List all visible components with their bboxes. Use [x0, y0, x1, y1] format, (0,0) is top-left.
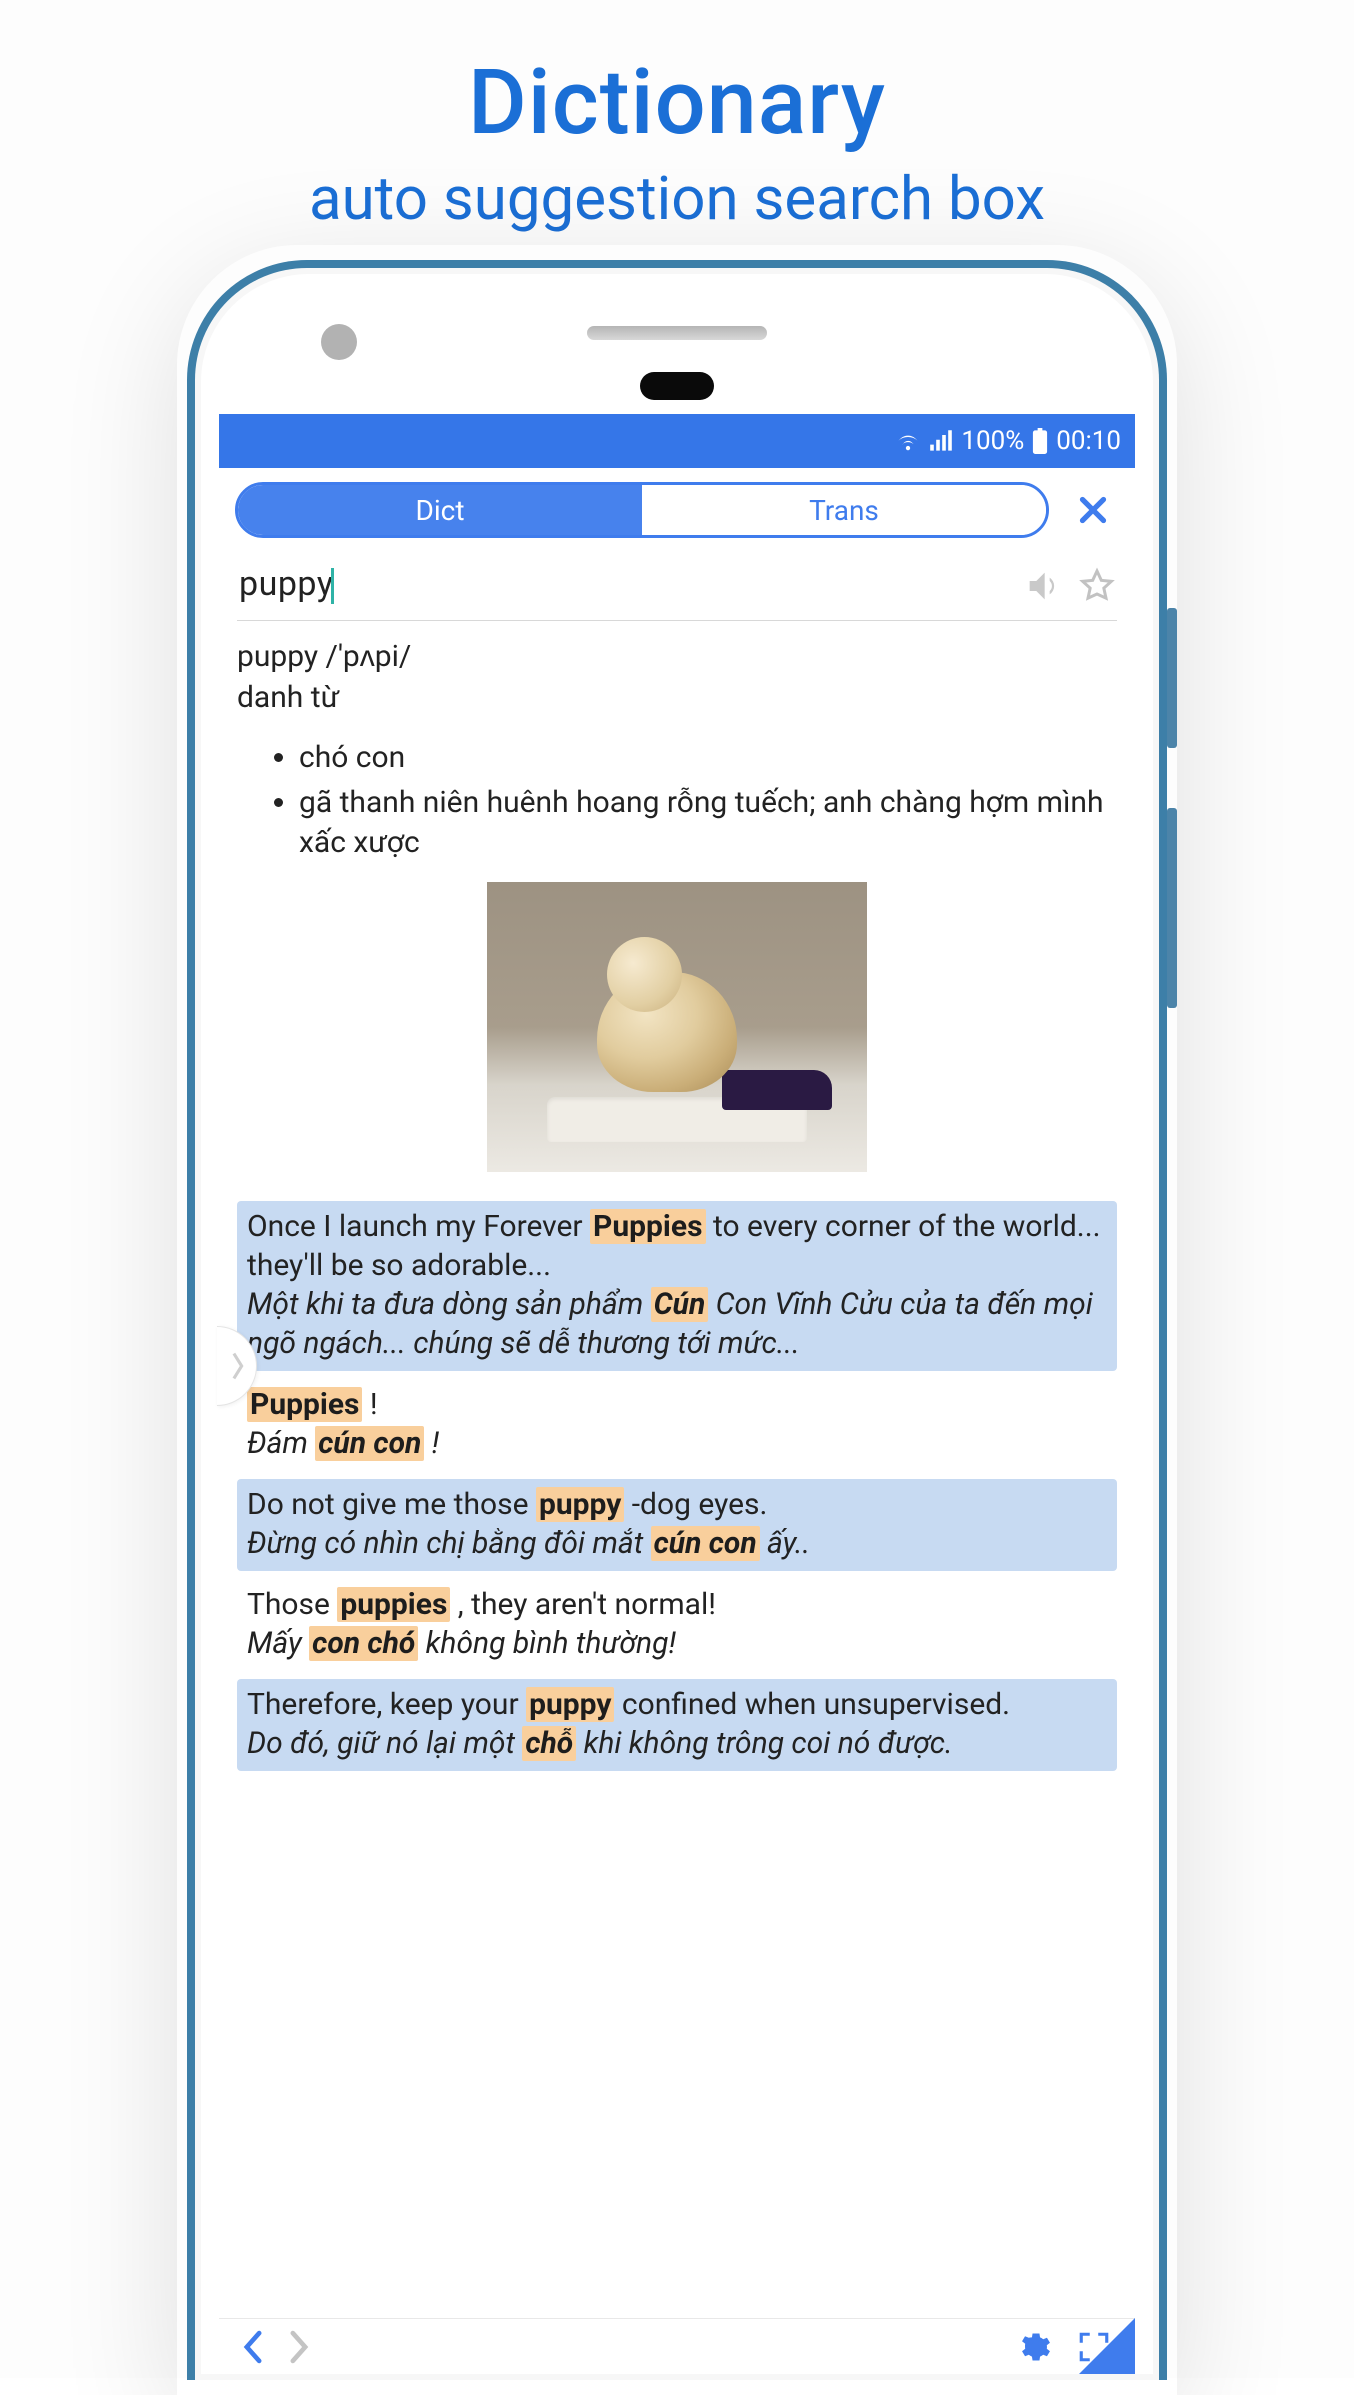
example-card: Those puppies , they aren't normal!Mấy c…: [237, 1579, 1117, 1671]
examples-list: Once I launch my Forever Puppies to ever…: [237, 1201, 1117, 1771]
example-card: Do not give me those puppy -dog eyes.Đừn…: [237, 1479, 1117, 1571]
pronounce-button[interactable]: [1023, 566, 1063, 606]
promo-title: Dictionary: [0, 50, 1354, 155]
status-bar: 100% 00:10: [219, 414, 1135, 468]
camera-dot-icon: [321, 324, 357, 360]
example-card: Puppies !Đám cún con !: [237, 1379, 1117, 1471]
search-input[interactable]: puppy: [237, 558, 1009, 614]
text-caret-icon: [331, 568, 334, 604]
settings-button[interactable]: [1007, 2329, 1059, 2365]
clock: 00:10: [1056, 426, 1121, 456]
phone-frame: 100% 00:10 Dict Trans: [187, 260, 1167, 2380]
bottom-toolbar: [219, 2318, 1135, 2374]
example-vi: Do đó, giữ nó lại một chỗ khi không trôn…: [247, 1724, 1107, 1763]
example-vi: Đám cún con !: [247, 1424, 1107, 1463]
signal-icon: [929, 430, 953, 452]
promo-subtitle: auto suggestion search box: [0, 163, 1354, 234]
part-of-speech: danh từ: [237, 678, 1117, 719]
tab-trans[interactable]: Trans: [642, 485, 1046, 535]
side-button-icon: [1167, 808, 1177, 1008]
favorite-button[interactable]: [1077, 566, 1117, 606]
close-button[interactable]: [1067, 488, 1119, 532]
screen: 100% 00:10 Dict Trans: [219, 414, 1135, 2374]
side-button-icon: [1167, 608, 1177, 748]
example-en: Do not give me those puppy -dog eyes.: [247, 1485, 1107, 1524]
example-en: Once I launch my Forever Puppies to ever…: [247, 1207, 1107, 1285]
mode-segment: Dict Trans: [235, 482, 1049, 538]
definition-item: gã thanh niên huênh hoang rỗng tuếch; an…: [299, 783, 1117, 864]
speaker-slot-icon: [587, 326, 767, 340]
battery-pct: 100%: [961, 426, 1024, 456]
definition-item: chó con: [299, 738, 1117, 779]
example-vi: Đừng có nhìn chị bằng đôi mắt cún con ấy…: [247, 1524, 1107, 1563]
battery-icon: [1032, 428, 1048, 454]
example-card: Once I launch my Forever Puppies to ever…: [237, 1201, 1117, 1371]
resize-handle-icon[interactable]: [1079, 2318, 1135, 2374]
nav-back-button[interactable]: [235, 2330, 271, 2364]
tab-dict[interactable]: Dict: [238, 485, 642, 535]
definition-list: chó congã thanh niên huênh hoang rỗng tu…: [299, 738, 1117, 864]
headword-line: puppy /'pʌpi/: [237, 637, 1117, 678]
example-en: Those puppies , they aren't normal!: [247, 1585, 1107, 1624]
sensor-slot-icon: [640, 372, 714, 400]
example-vi: Một khi ta đưa dòng sản phẩm Cún Con Vĩn…: [247, 1285, 1107, 1363]
example-card: Therefore, keep your puppy confined when…: [237, 1679, 1117, 1771]
example-vi: Mấy con chó không bình thường!: [247, 1624, 1107, 1663]
example-en: Therefore, keep your puppy confined when…: [247, 1685, 1107, 1724]
nav-forward-button[interactable]: [281, 2330, 317, 2364]
entry-image: [487, 882, 867, 1172]
wifi-icon: [895, 430, 921, 452]
promo-caption: Dictionary auto suggestion search box: [0, 0, 1354, 234]
example-en: Puppies !: [247, 1385, 1107, 1424]
